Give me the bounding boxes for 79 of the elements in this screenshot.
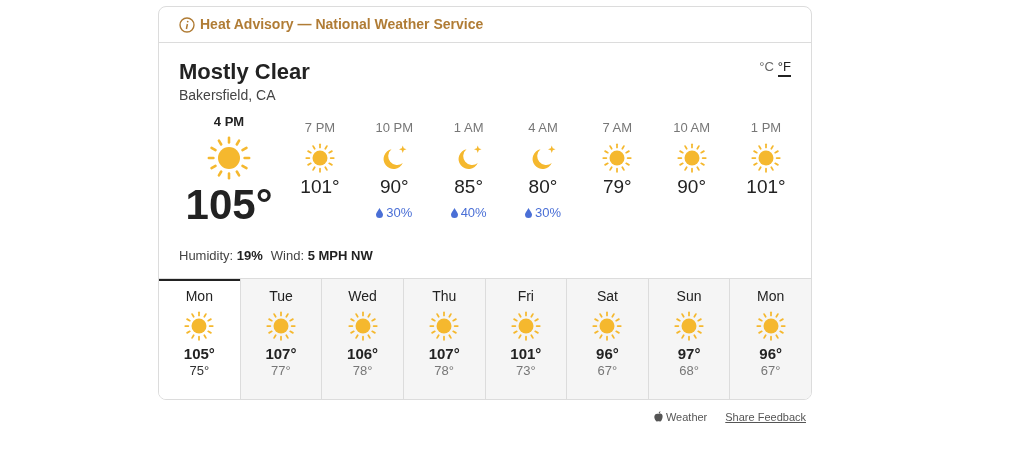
low-temperature: 67°	[597, 362, 618, 379]
low-temperature: 78°	[434, 362, 454, 379]
hour-label: 7 PM	[304, 120, 336, 136]
share-feedback-link[interactable]: Share Feedback	[725, 408, 806, 425]
day-label: Sun	[676, 286, 702, 305]
raindrop-icon	[450, 207, 458, 218]
detail-text: Wind: 5 MPH NW	[270, 247, 373, 265]
hour-label: 7 AM	[602, 120, 633, 136]
current-time: 4 PM	[213, 114, 245, 130]
sun-icon	[429, 310, 460, 341]
day-forecast[interactable]: Thu 107° 78°	[402, 278, 485, 399]
day-forecast[interactable]: Fri 101° 73°	[484, 278, 567, 399]
high-temperature: 105°	[183, 344, 215, 363]
advisory-text: Heat Advisory — National Weather Service	[200, 15, 484, 34]
precipitation-chance: 40%	[460, 204, 487, 222]
hour-label: 4 AM	[528, 120, 558, 136]
hour-label: 1 PM	[750, 120, 782, 136]
info-icon	[179, 16, 195, 33]
raindrop-icon	[376, 207, 384, 218]
sun-icon	[676, 143, 707, 173]
day-label: Tue	[269, 286, 293, 305]
location-text: Bakersfield, CA	[179, 86, 277, 105]
low-temperature: 73°	[515, 362, 536, 379]
sun-icon	[602, 143, 633, 173]
sun-icon	[510, 310, 541, 341]
day-forecast[interactable]: Mon 96° 67°	[729, 278, 811, 399]
high-temperature: 107°	[265, 344, 297, 363]
low-temperature: 78°	[352, 362, 373, 379]
precipitation-chance: 30%	[534, 204, 561, 222]
hour-temperature: 85°	[454, 175, 483, 199]
hour-temperature: 90°	[379, 175, 409, 199]
high-temperature: 106°	[347, 344, 379, 363]
hour-temperature: 79°	[602, 175, 632, 199]
high-temperature: 96°	[759, 344, 783, 363]
unit-toggle[interactable]: °C	[759, 59, 774, 75]
hour-temperature: 90°	[677, 175, 706, 199]
sun-icon	[755, 310, 786, 341]
current-temperature: 105°	[185, 182, 273, 228]
day-forecast[interactable]: Sat 96° 67°	[566, 278, 648, 399]
sun-icon	[265, 310, 296, 341]
sun-icon	[207, 136, 251, 180]
day-label: Wed	[348, 286, 377, 305]
sun-icon	[592, 310, 623, 341]
hour-temperature: 101°	[300, 175, 340, 199]
condition-title: Mostly Clear	[179, 59, 310, 85]
hour-temperature: 80°	[528, 175, 558, 199]
day-label: Sat	[596, 286, 618, 305]
hour-label: 10 AM	[673, 120, 711, 136]
high-temperature: 101°	[510, 344, 542, 363]
raindrop-icon	[524, 207, 532, 218]
day-label: Fri	[517, 286, 534, 305]
advisory-banner[interactable]: Heat Advisory — National Weather Service	[159, 7, 811, 43]
hour-label: 10 PM	[375, 120, 414, 136]
sun-icon	[347, 310, 378, 341]
hour-temperature: 101°	[746, 175, 786, 199]
apple-icon	[653, 411, 663, 423]
sun-icon	[184, 310, 215, 341]
low-temperature: 67°	[760, 362, 781, 379]
detail-text: Humidity: 19%	[179, 247, 263, 265]
hour-label: 1 AM	[453, 120, 484, 136]
sun-icon	[305, 143, 335, 173]
high-temperature: 97°	[677, 344, 701, 363]
day-forecast[interactable]: Sun 97° 68°	[647, 278, 730, 399]
day-label: Mon	[185, 286, 213, 305]
high-temperature: 107°	[428, 344, 460, 363]
day-forecast[interactable]: Mon 105° 75°	[159, 278, 240, 399]
unit-toggle[interactable]: °F	[777, 59, 791, 77]
low-temperature: 68°	[679, 362, 699, 379]
day-label: Mon	[757, 286, 785, 305]
day-forecast[interactable]: Tue 107° 77°	[239, 278, 322, 399]
sun-icon	[674, 310, 705, 341]
source-label: Weather	[665, 409, 708, 425]
day-forecast[interactable]: Wed 106° 78°	[321, 278, 403, 399]
sun-icon	[750, 143, 781, 173]
high-temperature: 96°	[596, 344, 619, 363]
precipitation-chance: 30%	[386, 204, 413, 222]
low-temperature: 77°	[271, 362, 291, 379]
low-temperature: 75°	[189, 362, 210, 379]
day-label: Thu	[432, 286, 457, 305]
